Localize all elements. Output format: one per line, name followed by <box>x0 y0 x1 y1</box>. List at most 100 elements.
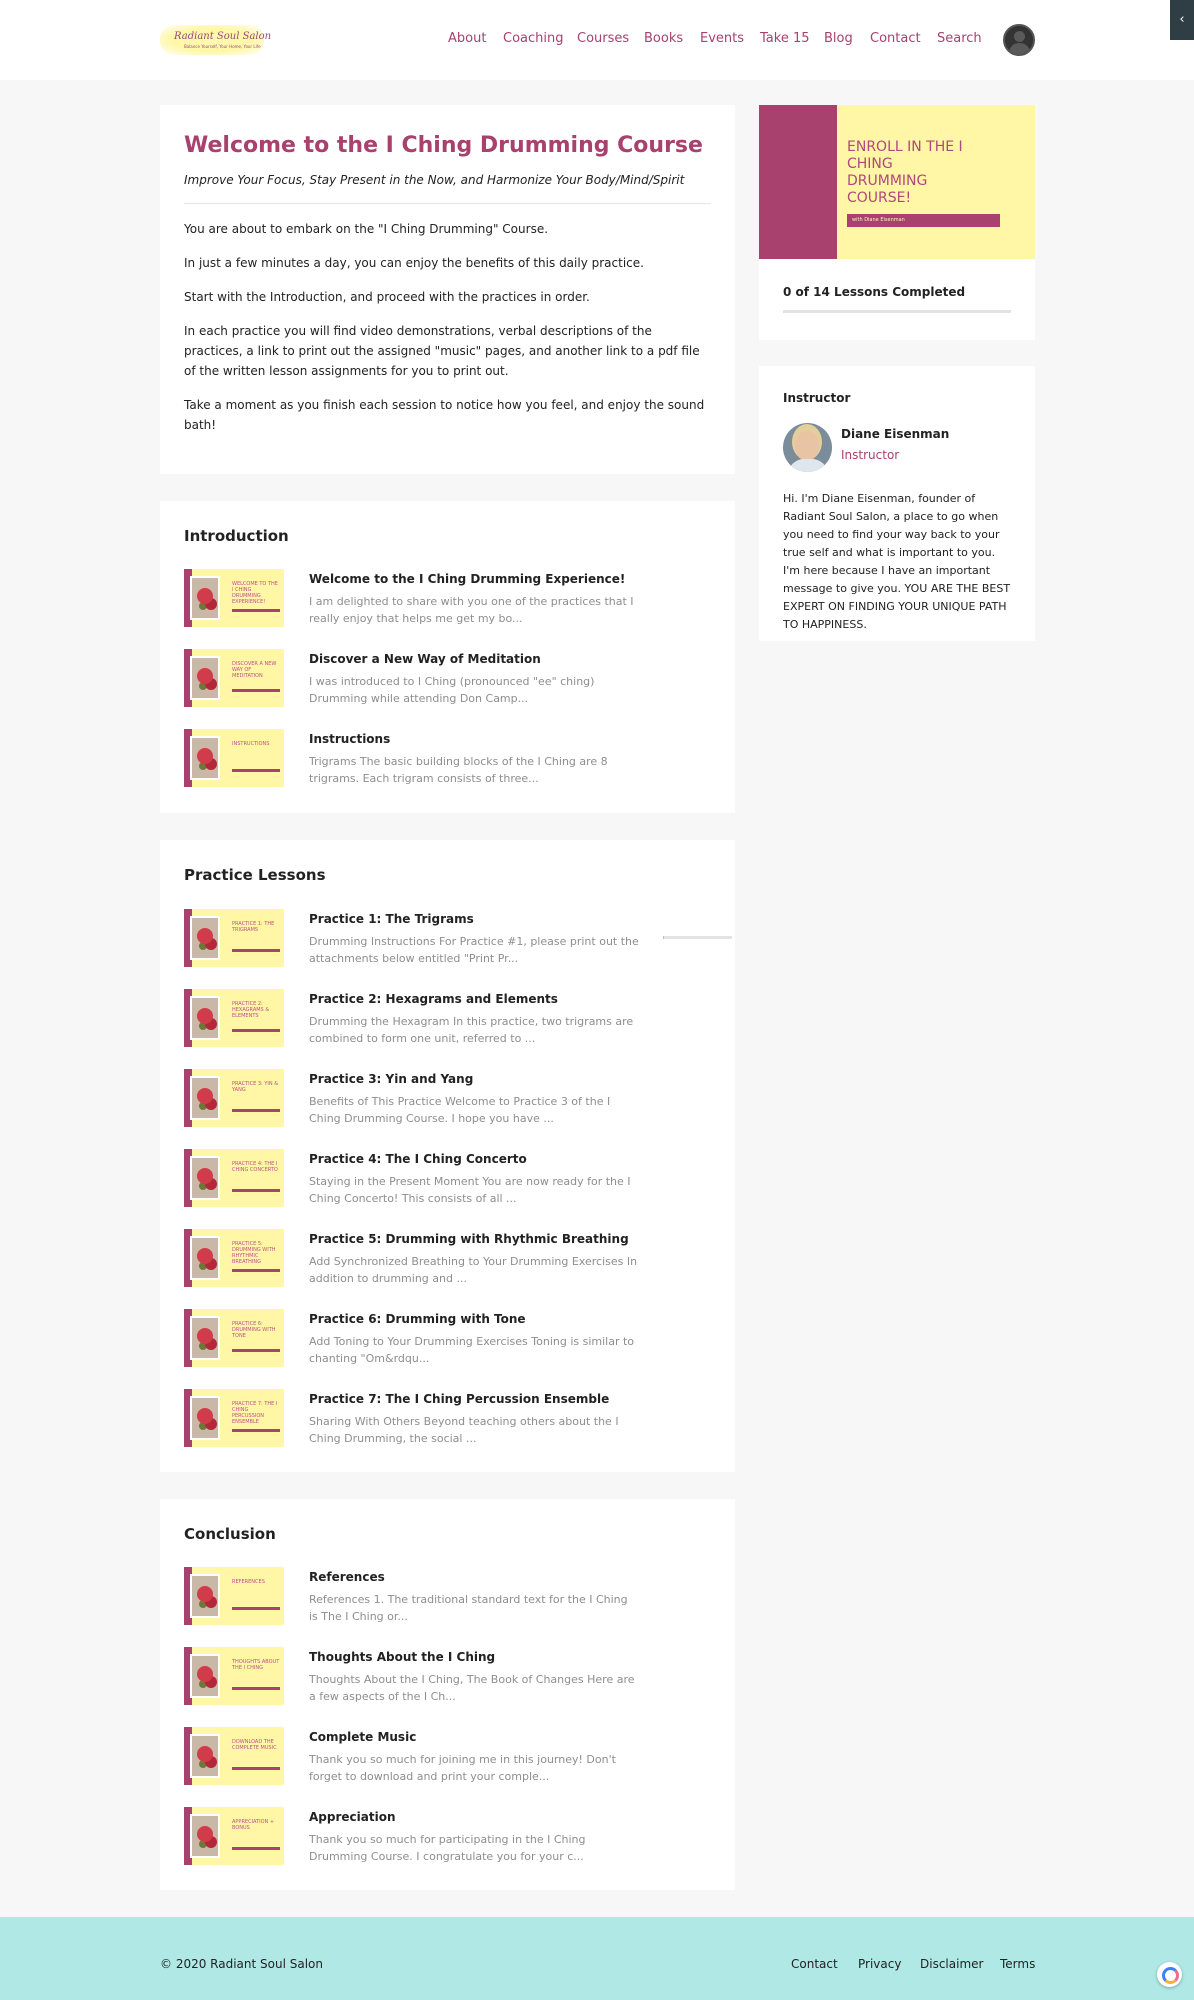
lesson-title[interactable]: Instructions <box>309 732 390 746</box>
footer-terms-link[interactable]: Terms <box>1000 1957 1035 1971</box>
enroll-banner[interactable]: ENROLL IN THE I CHING DRUMMING COURSE! w… <box>759 105 1035 259</box>
nav-take15[interactable]: Take 15 <box>760 31 810 46</box>
lesson-item[interactable]: REFERENCES References References 1. The … <box>184 1567 711 1625</box>
avatar-body <box>1009 43 1030 54</box>
lesson-title[interactable]: Practice 3: Yin and Yang <box>309 1072 473 1086</box>
lesson-title[interactable]: Practice 4: The I Ching Concerto <box>309 1152 527 1166</box>
lesson-item[interactable]: DISCOVER A NEW WAY OF MEDITATION Discove… <box>184 649 711 707</box>
lesson-item[interactable]: PRACTICE 6: DRUMMING WITH TONE Practice … <box>184 1309 711 1367</box>
lesson-thumbnail: PRACTICE 3: YIN & YANG <box>184 1069 284 1127</box>
lesson-item[interactable]: PRACTICE 4: THE I CHING CONCERTO Practic… <box>184 1149 711 1207</box>
lesson-item[interactable]: INSTRUCTIONS Instructions Trigrams The b… <box>184 729 711 787</box>
lesson-title[interactable]: Thoughts About the I Ching <box>309 1650 495 1664</box>
lesson-thumbnail: PRACTICE 1: THE TRIGRAMS <box>184 909 284 967</box>
lesson-thumbnail: PRACTICE 6: DRUMMING WITH TONE <box>184 1309 284 1367</box>
nav-about[interactable]: About <box>448 31 486 46</box>
lesson-title[interactable]: Practice 2: Hexagrams and Elements <box>309 992 558 1006</box>
lesson-title[interactable]: Discover a New Way of Meditation <box>309 652 541 666</box>
lesson-thumbnail: PRACTICE 7: THE I CHING PERCUSSION ENSEM… <box>184 1389 284 1447</box>
lesson-thumbnail: DOWNLOAD THE COMPLETE MUSIC <box>184 1727 284 1785</box>
instructor-card: Instructor Diane Eisenman Instructor Hi.… <box>759 366 1035 641</box>
chat-bubble-icon[interactable] <box>1157 1962 1182 1987</box>
section-conclusion: Conclusion REFERENCES References Referen… <box>160 1499 735 1890</box>
lesson-progress-bar <box>663 936 732 939</box>
lesson-title[interactable]: Practice 6: Drumming with Tone <box>309 1312 526 1326</box>
footer-disclaimer-link[interactable]: Disclaimer <box>920 1957 983 1971</box>
intro-paragraph: You are about to embark on the "I Ching … <box>184 222 549 236</box>
lesson-item[interactable]: WELCOME TO THE I CHING DRUMMING EXPERIEN… <box>184 569 711 627</box>
divider <box>184 203 711 204</box>
avatar-head <box>1014 31 1025 42</box>
footer-privacy-link[interactable]: Privacy <box>858 1957 901 1971</box>
instructor-bio: Hi. I'm Diane Eisenman, founder of Radia… <box>783 492 1011 631</box>
lesson-item[interactable]: PRACTICE 7: THE I CHING PERCUSSION ENSEM… <box>184 1389 711 1447</box>
lesson-title[interactable]: Practice 5: Drumming with Rhythmic Breat… <box>309 1232 629 1246</box>
lesson-item[interactable]: PRACTICE 3: YIN & YANG Practice 3: Yin a… <box>184 1069 711 1127</box>
lesson-item[interactable]: PRACTICE 5: DRUMMING WITH RHYTHMIC BREAT… <box>184 1229 711 1287</box>
lesson-item[interactable]: THOUGHTS ABOUT THE I CHING Thoughts Abou… <box>184 1647 711 1705</box>
site-header: Radiant Soul Salon Balance Yourself, You… <box>0 0 1194 80</box>
lesson-thumbnail: PRACTICE 2: HEXAGRAMS & ELEMENTS <box>184 989 284 1047</box>
course-title: Welcome to the I Ching Drumming Course <box>184 133 703 158</box>
lesson-excerpt: Staying in the Present Moment You are no… <box>309 1175 631 1205</box>
nav-coaching[interactable]: Coaching <box>503 31 564 46</box>
section-practice-lessons: Practice Lessons PRACTICE 1: THE TRIGRAM… <box>160 840 735 1472</box>
user-avatar-icon[interactable] <box>1003 24 1035 56</box>
lesson-thumbnail: DISCOVER A NEW WAY OF MEDITATION <box>184 649 284 707</box>
photo-face <box>795 431 819 461</box>
nav-books[interactable]: Books <box>644 31 683 46</box>
intro-paragraph: In just a few minutes a day, you can enj… <box>184 256 644 270</box>
lesson-title[interactable]: Appreciation <box>309 1810 395 1824</box>
course-progress-card: 0 of 14 Lessons Completed <box>759 259 1035 340</box>
lesson-excerpt: I was introduced to I Ching (pronounced … <box>309 675 595 705</box>
banner-band <box>759 105 837 259</box>
lesson-title[interactable]: Practice 1: The Trigrams <box>309 912 474 926</box>
nav-blog[interactable]: Blog <box>824 31 853 46</box>
instructor-name: Diane Eisenman <box>841 427 950 441</box>
lesson-excerpt: Sharing With Others Beyond teaching othe… <box>309 1415 619 1445</box>
lesson-excerpt: I am delighted to share with you one of … <box>309 595 634 625</box>
site-footer: © 2020 Radiant Soul Salon Contact Privac… <box>0 1917 1194 2000</box>
intro-paragraph: Start with the Introduction, and proceed… <box>184 290 590 304</box>
intro-paragraph: Take a moment as you finish each session… <box>184 398 705 432</box>
section-title: Introduction <box>184 527 289 545</box>
site-logo[interactable]: Radiant Soul Salon Balance Yourself, You… <box>160 25 271 55</box>
instructor-role: Instructor <box>841 448 900 462</box>
section-title: Practice Lessons <box>184 866 326 884</box>
copyright: © 2020 Radiant Soul Salon <box>160 1957 323 1971</box>
welcome-card: Welcome to the I Ching Drumming Course I… <box>160 105 735 474</box>
lessons-completed-text: 0 of 14 Lessons Completed <box>783 285 966 299</box>
footer-contact-link[interactable]: Contact <box>791 1957 838 1971</box>
lesson-thumbnail: PRACTICE 4: THE I CHING CONCERTO <box>184 1149 284 1207</box>
section-title: Conclusion <box>184 1525 276 1543</box>
logo-tagline: Balance Yourself, Your Home, Your Life <box>184 44 261 49</box>
lesson-excerpt: Thoughts About the I Ching, The Book of … <box>309 1673 635 1703</box>
nav-events[interactable]: Events <box>700 31 744 46</box>
lesson-title[interactable]: References <box>309 1570 385 1584</box>
course-subtitle: Improve Your Focus, Stay Present in the … <box>184 173 685 187</box>
enroll-byline: with Diane Eisenman <box>847 214 1000 227</box>
nav-courses[interactable]: Courses <box>577 31 629 46</box>
enroll-text: ENROLL IN THE I CHING DRUMMING COURSE! <box>847 139 963 206</box>
instructor-heading: Instructor <box>783 391 851 405</box>
lesson-title[interactable]: Practice 7: The I Ching Percussion Ensem… <box>309 1392 609 1406</box>
lesson-thumbnail: PRACTICE 5: DRUMMING WITH RHYTHMIC BREAT… <box>184 1229 284 1287</box>
lesson-thumbnail: WELCOME TO THE I CHING DRUMMING EXPERIEN… <box>184 569 284 627</box>
chevron-left-icon[interactable]: ‹ <box>1170 0 1194 40</box>
lesson-title[interactable]: Welcome to the I Ching Drumming Experien… <box>309 572 625 586</box>
photo-shirt <box>788 459 828 472</box>
lesson-item[interactable]: APPRECIATION + BONUS Appreciation Thank … <box>184 1807 711 1865</box>
lesson-item[interactable]: PRACTICE 2: HEXAGRAMS & ELEMENTS Practic… <box>184 989 711 1047</box>
nav-contact[interactable]: Contact <box>870 31 921 46</box>
lesson-excerpt: Drumming Instructions For Practice #1, p… <box>309 935 639 965</box>
lesson-excerpt: Benefits of This Practice Welcome to Pra… <box>309 1095 611 1125</box>
lesson-excerpt: Add Synchronized Breathing to Your Drumm… <box>309 1255 638 1285</box>
lesson-item[interactable]: PRACTICE 1: THE TRIGRAMS Practice 1: The… <box>184 909 732 967</box>
lesson-thumbnail: INSTRUCTIONS <box>184 729 284 787</box>
lesson-excerpt: Thank you so much for participating in t… <box>309 1833 586 1863</box>
nav-search[interactable]: Search <box>937 31 982 46</box>
logo-title: Radiant Soul Salon <box>174 31 272 42</box>
lesson-title[interactable]: Complete Music <box>309 1730 416 1744</box>
intro-paragraph: In each practice you will find video dem… <box>184 324 700 378</box>
lesson-item[interactable]: DOWNLOAD THE COMPLETE MUSIC Complete Mus… <box>184 1727 711 1785</box>
